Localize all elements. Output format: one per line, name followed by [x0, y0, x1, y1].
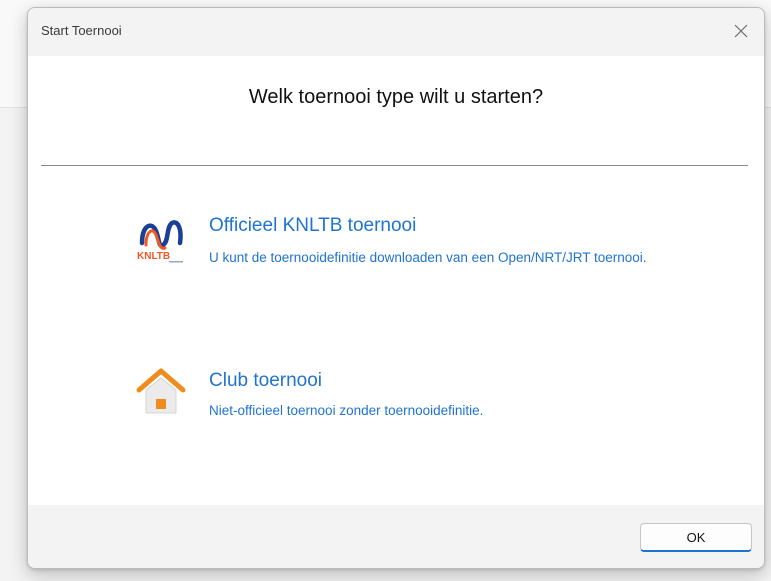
option-official-title: Officieel KNLTB toernooi [209, 215, 417, 236]
ok-button[interactable]: OK [640, 523, 752, 552]
option-club-toernooi[interactable]: Club toernooi Niet-officieel toernooi zo… [136, 366, 656, 426]
close-button[interactable] [724, 16, 758, 46]
close-icon [734, 24, 748, 38]
dialog-footer: OK [28, 505, 764, 568]
option-club-description: Niet-officieel toernooi zonder toernooid… [209, 403, 484, 418]
start-toernooi-dialog: Start Toernooi Welk toernooi type wilt u… [27, 7, 765, 569]
dialog-heading: Welk toernooi type wilt u starten? [248, 86, 544, 108]
separator-line [41, 165, 748, 166]
knltb-logo: KNLTB [136, 215, 186, 272]
dialog-title: Start Toernooi [41, 23, 122, 38]
option-official-knltb[interactable]: KNLTB Officieel KNLTB toernooi U kunt de… [136, 215, 656, 303]
dialog-titlebar: Start Toernooi [28, 8, 764, 56]
option-official-description: U kunt de toernooidefinitie downloaden v… [209, 250, 647, 265]
house-icon [136, 366, 186, 421]
knltb-logo-text: KNLTB [137, 251, 170, 262]
option-club-title: Club toernooi [209, 370, 323, 391]
